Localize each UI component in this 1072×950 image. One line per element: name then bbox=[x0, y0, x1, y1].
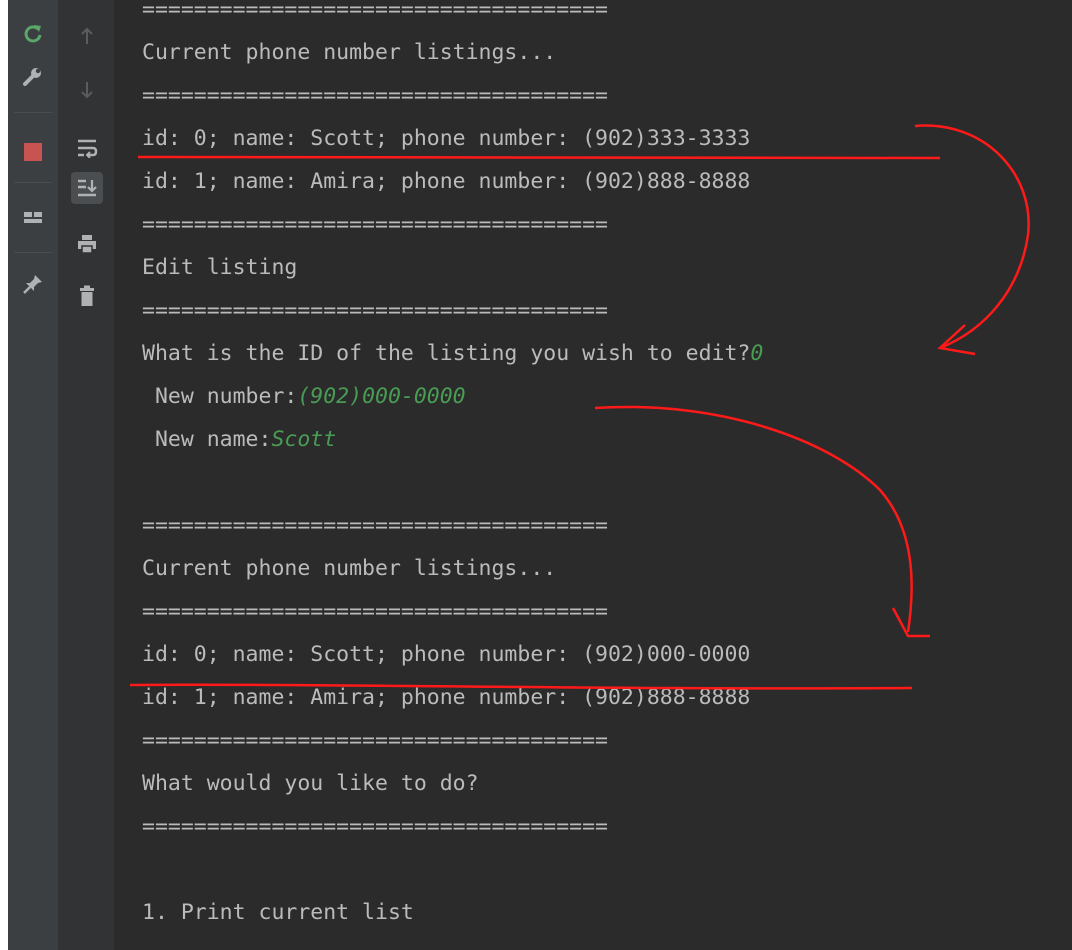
console-line: ==================================== bbox=[142, 504, 608, 547]
console-line: What is the ID of the listing you wish t… bbox=[142, 332, 763, 375]
run-toolbar-left bbox=[8, 0, 59, 950]
toolbar-separator bbox=[14, 182, 52, 183]
console-line: New name:Scott bbox=[142, 418, 336, 461]
console-line: Current phone number listings... bbox=[142, 547, 556, 590]
console-line: What would you like to do? bbox=[142, 762, 479, 805]
console-line: ==================================== bbox=[142, 719, 608, 762]
stop-icon[interactable] bbox=[8, 132, 58, 172]
console-output[interactable]: ==================================== Curr… bbox=[142, 0, 1072, 950]
console-line-text: ==================================== bbox=[142, 212, 608, 237]
run-toolbar-right bbox=[59, 0, 115, 950]
console-line-text: ==================================== bbox=[142, 83, 608, 108]
scroll-to-end-icon[interactable] bbox=[59, 168, 114, 208]
console-line-text: ==================================== bbox=[142, 814, 608, 839]
console-line: ==================================== bbox=[142, 289, 608, 332]
rerun-icon[interactable] bbox=[8, 14, 58, 54]
console-line-text: ==================================== bbox=[142, 728, 608, 753]
run-tool-window: ==================================== Curr… bbox=[8, 0, 1072, 950]
console-line-text: id: 0; name: Scott; phone number: (902)3… bbox=[142, 126, 751, 151]
print-icon[interactable] bbox=[59, 224, 114, 264]
console-line-text: 1. Print current list bbox=[142, 900, 414, 925]
console-line: id: 1; name: Amira; phone number: (902)8… bbox=[142, 676, 750, 719]
console-line: ==================================== bbox=[142, 0, 608, 31]
console-line-text: New number: bbox=[142, 384, 298, 409]
console-line: Edit listing bbox=[142, 246, 297, 289]
toolbar-separator bbox=[14, 112, 52, 113]
console-line-text: id: 1; name: Amira; phone number: (902)8… bbox=[142, 169, 751, 194]
console-line-text: Current phone number listings... bbox=[142, 556, 557, 581]
console-line: 1. Print current list bbox=[142, 891, 414, 934]
console-line: ==================================== bbox=[142, 590, 608, 633]
up-arrow-icon[interactable] bbox=[59, 16, 114, 56]
console-line: id: 1; name: Amira; phone number: (902)8… bbox=[142, 160, 750, 203]
console-line: id: 0; name: Scott; phone number: (902)3… bbox=[142, 117, 750, 160]
down-arrow-icon[interactable] bbox=[59, 70, 114, 110]
console-line-text: New name: bbox=[142, 427, 272, 452]
console-line-text: What is the ID of the listing you wish t… bbox=[142, 341, 751, 366]
console-line-text: Current phone number listings... bbox=[142, 40, 557, 65]
console-line-text: id: 0; name: Scott; phone number: (902)0… bbox=[142, 642, 751, 667]
toolbar-separator bbox=[14, 252, 52, 253]
console-line-text: ==================================== bbox=[142, 513, 608, 538]
console-user-input: 0 bbox=[750, 341, 764, 366]
console-line: Current phone number listings... bbox=[142, 31, 556, 74]
layout-icon[interactable] bbox=[8, 198, 58, 238]
wrench-icon[interactable] bbox=[8, 56, 58, 96]
trash-icon[interactable] bbox=[59, 276, 114, 316]
console-line-text: ==================================== bbox=[142, 0, 608, 22]
console-line-text: ==================================== bbox=[142, 298, 608, 323]
console-line: ==================================== bbox=[142, 203, 608, 246]
console-line: ==================================== bbox=[142, 74, 608, 117]
console-line-text: ==================================== bbox=[142, 599, 608, 624]
console-line: New number:(902)000-0000 bbox=[142, 375, 466, 418]
console-line-text: Edit listing bbox=[142, 255, 298, 280]
console-user-input: (902)000-0000 bbox=[297, 384, 466, 409]
console-line: id: 0; name: Scott; phone number: (902)0… bbox=[142, 633, 750, 676]
soft-wrap-icon[interactable] bbox=[59, 128, 114, 168]
console-line-text: id: 1; name: Amira; phone number: (902)8… bbox=[142, 685, 751, 710]
console-user-input: Scott bbox=[271, 427, 337, 452]
pin-icon[interactable] bbox=[8, 264, 58, 304]
console-line-text: What would you like to do? bbox=[142, 771, 479, 796]
console-line: ==================================== bbox=[142, 805, 608, 848]
